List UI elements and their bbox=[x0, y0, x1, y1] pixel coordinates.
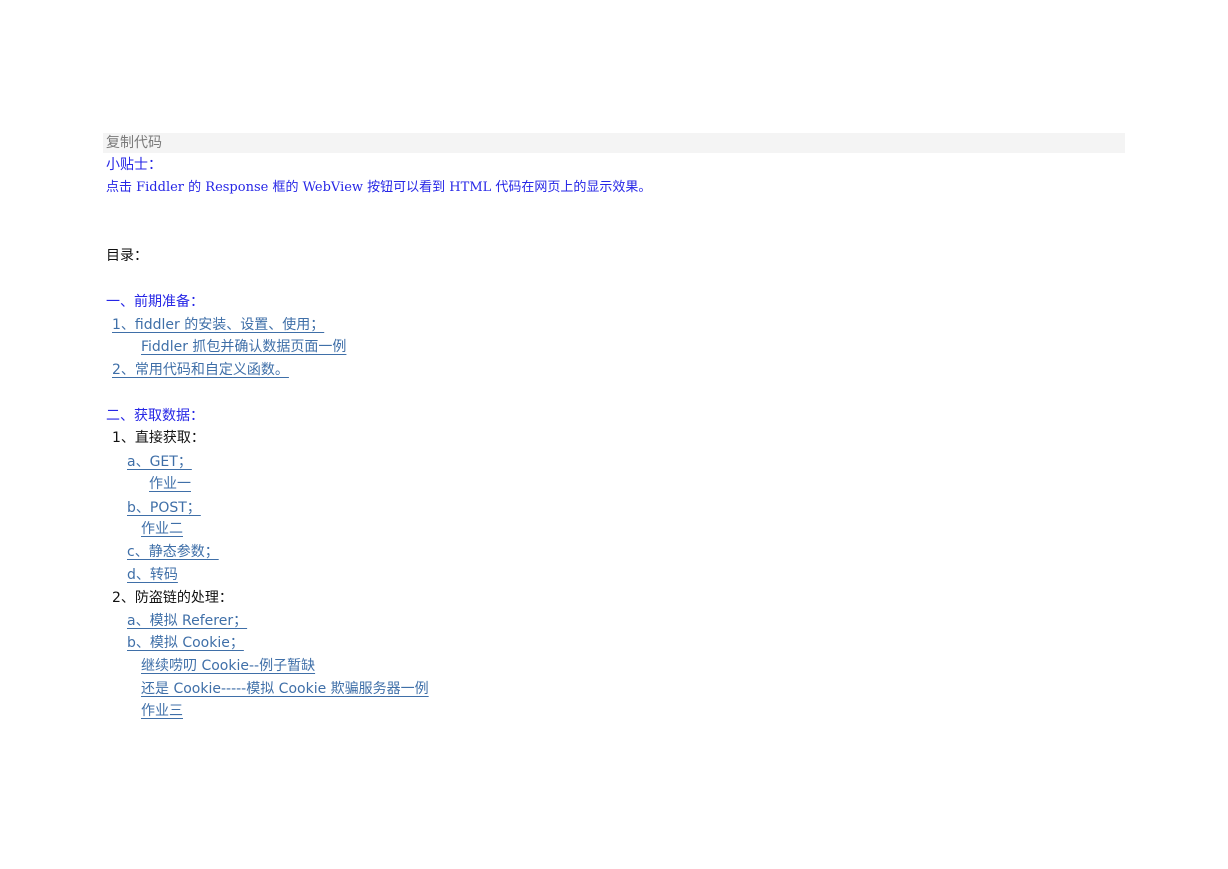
toc-link-post[interactable]: b、POST； bbox=[127, 498, 201, 518]
toc-direct-title: 1、直接获取： bbox=[112, 430, 205, 446]
toc-antileech-title: 2、防盗链的处理： bbox=[112, 590, 233, 606]
toc-heading: 目录： bbox=[106, 248, 148, 264]
toc-link-common-code[interactable]: 2、常用代码和自定义函数。 bbox=[112, 360, 289, 380]
toc-link-get[interactable]: a、GET； bbox=[127, 452, 192, 472]
toc-link-referer[interactable]: a、模拟 Referer； bbox=[127, 611, 247, 631]
toc-section-1-title: 一、前期准备： bbox=[106, 294, 204, 310]
toc-link-fiddler-capture-example[interactable]: Fiddler 抓包并确认数据页面一例 bbox=[141, 337, 346, 357]
copy-code-button[interactable]: 复制代码 bbox=[106, 133, 162, 153]
toc-link-cookie-more[interactable]: 继续唠叨 Cookie--例子暂缺 bbox=[141, 656, 315, 676]
toc-link-cookie-spoof-example[interactable]: 还是 Cookie-----模拟 Cookie 欺骗服务器一例 bbox=[141, 679, 429, 699]
toc-link-static-params[interactable]: c、静态参数； bbox=[127, 542, 219, 562]
toc-link-fiddler-setup[interactable]: 1、fiddler 的安装、设置、使用； bbox=[112, 315, 324, 335]
tip-text: 点击 Fiddler 的 Response 框的 WebView 按钮可以看到 … bbox=[106, 180, 652, 195]
tip-title: 小贴士： bbox=[106, 157, 162, 173]
code-block-bar bbox=[103, 133, 1125, 153]
toc-link-transcode[interactable]: d、转码 bbox=[127, 565, 178, 585]
toc-link-homework-3[interactable]: 作业三 bbox=[141, 701, 183, 721]
toc-link-homework-2[interactable]: 作业二 bbox=[141, 519, 183, 539]
toc-link-cookie[interactable]: b、模拟 Cookie； bbox=[127, 633, 244, 653]
toc-link-homework-1[interactable]: 作业一 bbox=[149, 474, 191, 494]
toc-section-2-title: 二、获取数据： bbox=[106, 408, 204, 424]
